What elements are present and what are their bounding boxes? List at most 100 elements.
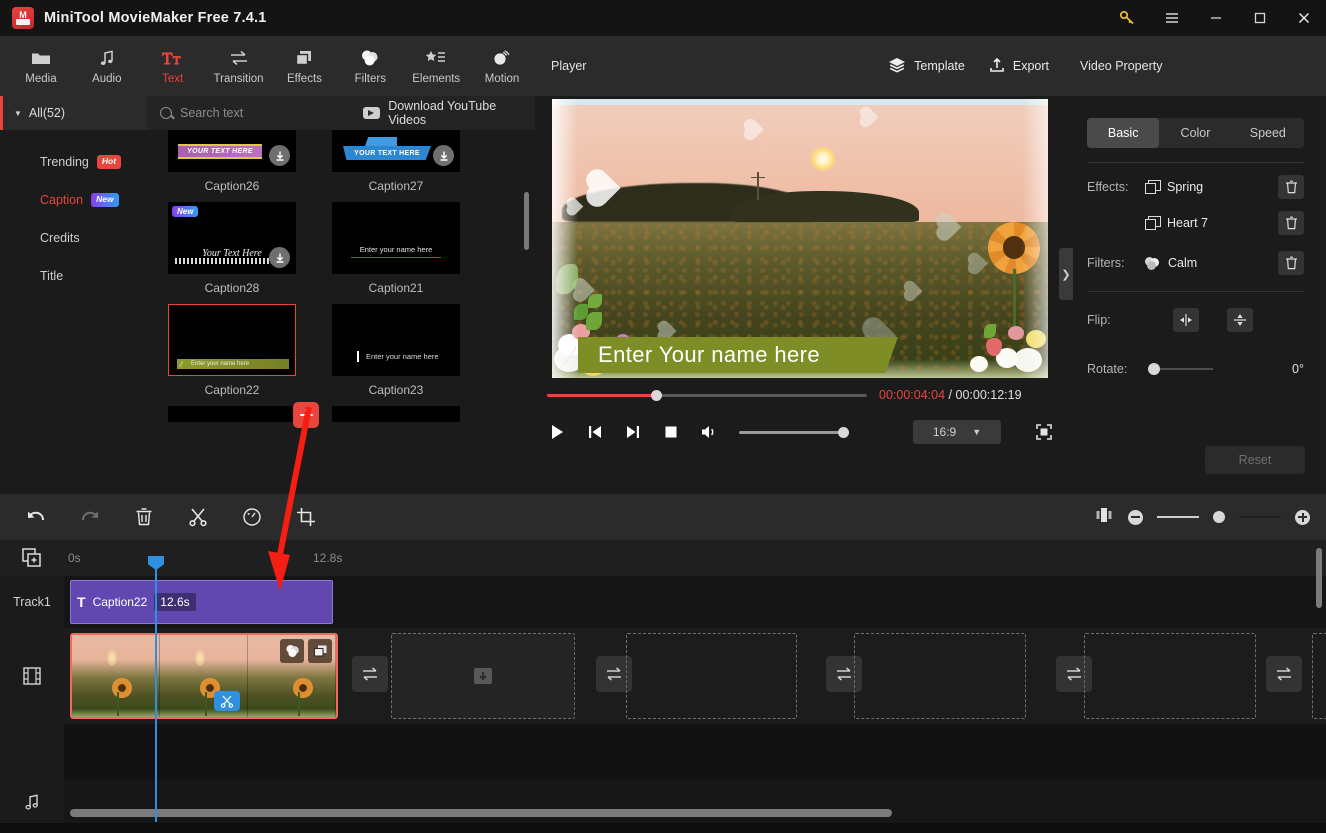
toolbar-item-effects[interactable]: Effects — [272, 37, 338, 95]
zoom-in-button[interactable] — [1295, 509, 1310, 525]
effect-icon[interactable] — [308, 639, 332, 663]
flip-horizontal-button[interactable] — [1173, 308, 1199, 332]
toolbar-item-filters[interactable]: Filters — [337, 37, 403, 95]
close-button[interactable] — [1282, 0, 1326, 36]
track-body-video[interactable] — [64, 628, 1326, 724]
template-button[interactable]: Template — [888, 57, 965, 76]
delete-effect-button[interactable] — [1278, 211, 1304, 235]
template-card[interactable] — [332, 406, 460, 422]
toolbar-item-text[interactable]: TT Text — [140, 37, 206, 95]
download-youtube-button[interactable]: Download YouTube Videos — [363, 99, 535, 127]
undo-icon[interactable] — [24, 505, 48, 529]
progress-knob[interactable] — [650, 389, 662, 401]
next-frame-button[interactable] — [623, 422, 643, 442]
template-thumbnail[interactable]: Enter your name here — [332, 202, 460, 274]
zoom-out-button[interactable] — [1128, 509, 1143, 525]
toolbar-item-motion[interactable]: Motion — [469, 37, 535, 95]
add-template-button[interactable] — [293, 402, 319, 428]
rotate-knob[interactable] — [1148, 363, 1160, 375]
download-icon[interactable] — [433, 145, 454, 166]
tab-basic[interactable]: Basic — [1087, 118, 1160, 148]
zoom-slider-empty[interactable] — [1239, 516, 1281, 518]
template-card[interactable]: New Your Text Here Caption28 — [168, 202, 296, 295]
track-body-text[interactable]: T Caption22 12.6s — [64, 576, 1326, 628]
media-drop-slot[interactable] — [626, 633, 797, 719]
media-drop-slot[interactable] — [1084, 633, 1256, 719]
template-thumbnail[interactable]: New YOUR TEXT HERE — [332, 130, 460, 172]
template-thumbnail-partial[interactable] — [332, 406, 460, 422]
zoom-knob[interactable] — [1213, 511, 1225, 523]
library-all-filter[interactable]: ▼ All(52) — [0, 96, 146, 130]
category-item-caption[interactable]: Caption New — [0, 181, 146, 219]
playback-progress-bar[interactable] — [547, 389, 867, 401]
minimize-button[interactable] — [1194, 0, 1238, 36]
fullscreen-button[interactable] — [1035, 423, 1053, 441]
template-card[interactable]: New YOUR TEXT HERE Caption27 — [332, 130, 460, 193]
toolbar-item-audio[interactable]: Audio — [74, 37, 140, 95]
category-item-trending[interactable]: Trending Hot — [0, 143, 146, 181]
toolbar-item-transition[interactable]: Transition — [206, 37, 272, 95]
crop-icon[interactable] — [294, 505, 318, 529]
delete-filter-button[interactable] — [1278, 251, 1304, 275]
media-drop-slot[interactable] — [1312, 633, 1326, 719]
download-icon[interactable] — [269, 247, 290, 268]
tab-speed[interactable]: Speed — [1232, 118, 1304, 148]
zoom-slider-filled[interactable] — [1157, 516, 1199, 518]
library-scrollbar[interactable] — [524, 192, 529, 250]
track-body-empty[interactable] — [64, 724, 1326, 780]
template-card-selected[interactable]: Enter your name here Caption22 — [168, 304, 296, 397]
transition-slot-button[interactable] — [352, 656, 388, 692]
volume-knob[interactable] — [838, 426, 849, 438]
stop-button[interactable] — [661, 422, 681, 442]
toolbar-item-elements[interactable]: Elements — [403, 37, 469, 95]
filter-icon[interactable] — [280, 639, 304, 663]
play-button[interactable] — [547, 422, 567, 442]
speed-gauge-icon[interactable] — [240, 505, 264, 529]
search-input[interactable]: Search text — [146, 106, 343, 120]
rotate-slider[interactable] — [1148, 363, 1213, 375]
text-clip[interactable]: T Caption22 12.6s — [70, 580, 333, 624]
video-preview[interactable]: / Enter Your name here — [552, 99, 1048, 378]
template-thumbnail-partial[interactable] — [168, 406, 296, 422]
template-card[interactable]: New YOUR TEXT HERE Caption26 — [168, 130, 296, 193]
ruler-ticks[interactable]: 0s 12.8s — [64, 540, 1326, 576]
category-item-credits[interactable]: Credits — [0, 219, 146, 257]
timeline-vertical-scrollbar[interactable] — [1316, 548, 1322, 608]
volume-slider[interactable] — [739, 426, 849, 438]
video-clip[interactable] — [70, 633, 338, 719]
delete-effect-button[interactable] — [1278, 175, 1304, 199]
export-button[interactable]: Export — [989, 57, 1049, 76]
split-at-playhead-button[interactable] — [214, 691, 240, 711]
category-item-title[interactable]: Title — [0, 257, 146, 295]
previous-frame-button[interactable] — [585, 422, 605, 442]
menu-icon[interactable] — [1150, 0, 1194, 36]
media-drop-slot[interactable] — [854, 633, 1026, 719]
template-card[interactable]: Enter your name here Caption21 — [332, 202, 460, 295]
template-thumbnail[interactable]: New YOUR TEXT HERE — [168, 130, 296, 172]
timeline-horizontal-scrollbar[interactable] — [70, 809, 892, 817]
preview-caption-banner[interactable]: Enter Your name here — [578, 337, 898, 373]
flip-vertical-button[interactable] — [1227, 308, 1253, 332]
transition-slot-button[interactable] — [1266, 656, 1302, 692]
media-drop-slot[interactable] — [391, 633, 575, 719]
download-icon[interactable] — [269, 145, 290, 166]
tab-color[interactable]: Color — [1159, 118, 1231, 148]
maximize-button[interactable] — [1238, 0, 1282, 36]
split-scissors-icon[interactable] — [186, 505, 210, 529]
delete-icon[interactable] — [132, 505, 156, 529]
reset-button[interactable]: Reset — [1205, 446, 1305, 474]
panel-collapse-toggle[interactable]: ❯ — [1059, 248, 1073, 300]
template-card[interactable]: Enter your name here Caption23 — [332, 304, 460, 397]
redo-icon[interactable] — [78, 505, 102, 529]
key-icon[interactable] — [1106, 0, 1150, 36]
toolbar-item-media[interactable]: Media — [8, 37, 74, 95]
template-thumbnail[interactable]: New Your Text Here — [168, 202, 296, 274]
volume-icon[interactable] — [699, 422, 719, 442]
aspect-ratio-select[interactable]: 16:9 ▼ — [913, 420, 1001, 444]
template-thumbnail[interactable]: Enter your name here — [332, 304, 460, 376]
template-thumbnail[interactable]: Enter your name here — [168, 304, 296, 376]
fit-timeline-icon[interactable] — [1094, 506, 1114, 529]
add-media-button[interactable] — [0, 547, 64, 569]
template-grid[interactable]: New YOUR TEXT HERE Caption26 New YOUR TE… — [146, 130, 535, 494]
template-card[interactable] — [168, 406, 296, 422]
